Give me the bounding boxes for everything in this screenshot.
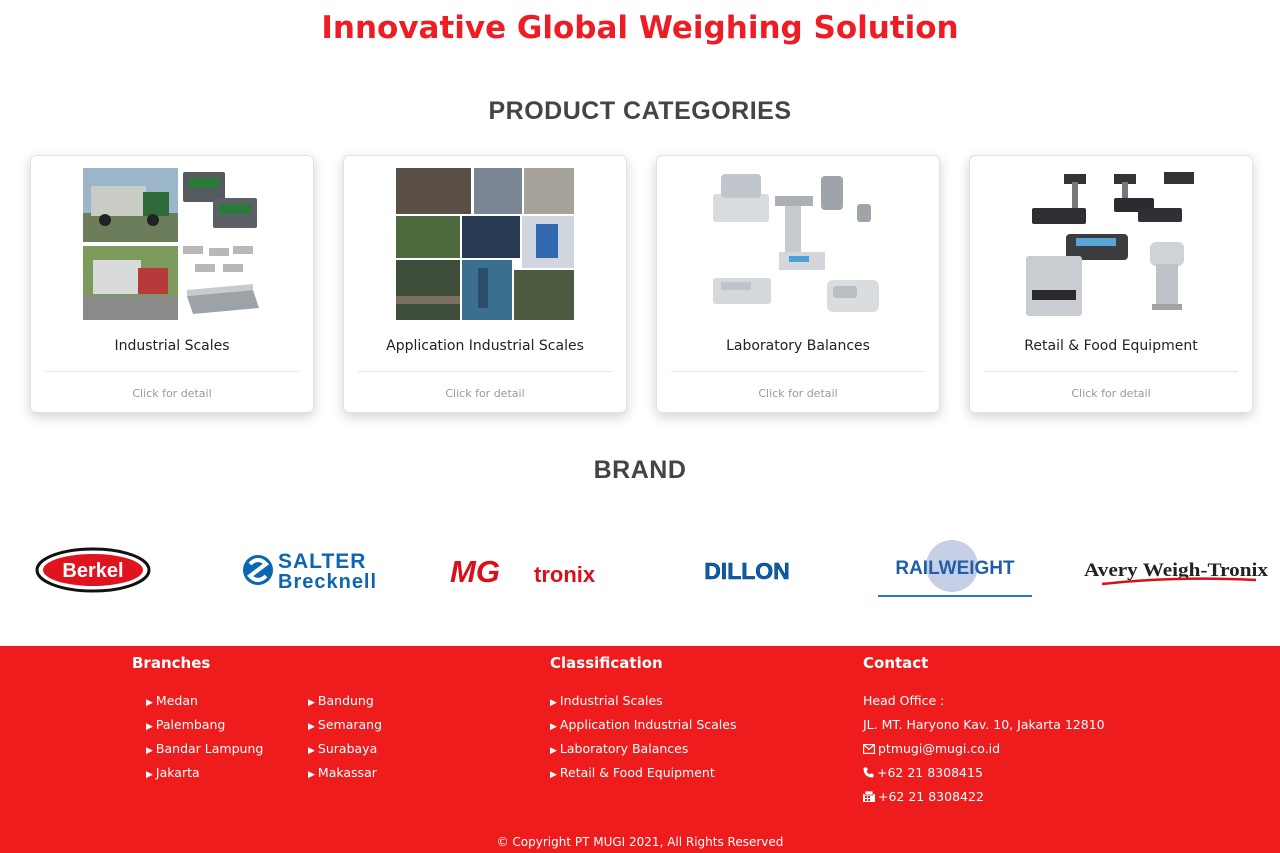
branch-link-jakarta[interactable]: ▶ Jakarta	[146, 765, 200, 780]
railweight-logo-icon: RAILWEIGHT	[878, 540, 1032, 597]
branch-link-bandar-lampung[interactable]: ▶ Bandar Lampung	[146, 741, 263, 756]
caret-right-icon: ▶	[146, 698, 153, 708]
caret-right-icon: ▶	[308, 698, 315, 708]
caret-right-icon: ▶	[308, 770, 315, 780]
card-divider	[45, 371, 299, 372]
berkel-logo-text: Berkel	[62, 560, 123, 582]
classification-link-application-industrial-scales[interactable]: ▶ Application Industrial Scales	[550, 717, 736, 732]
brand-heading: BRAND	[593, 456, 687, 484]
caret-right-icon: ▶	[550, 746, 557, 756]
branches-heading: Branches	[132, 654, 211, 672]
salter-brecknell-logo-icon: SALTER Brecknell	[243, 550, 377, 592]
contact-heading: Contact	[863, 654, 929, 672]
avery-weigh-tronix-logo-icon: Avery Weigh-Tronix	[1084, 560, 1268, 586]
phone-icon	[863, 767, 874, 778]
industrial-scales-image	[83, 168, 259, 320]
card-divider	[358, 371, 612, 372]
click-for-detail-link[interactable]: Click for detail	[970, 387, 1252, 400]
salter-logo-text: SALTER	[278, 550, 366, 573]
envelope-icon	[863, 744, 876, 755]
brand-logo-railweight[interactable]: RAILWEIGHT	[874, 540, 1036, 600]
dillon-logo-text: DILLON	[704, 558, 790, 584]
brand-logo-berkel[interactable]: Berkel	[35, 540, 151, 600]
retail-food-equipment-image	[1026, 172, 1194, 316]
brand-logo-mgtronix[interactable]: MG tronix	[450, 540, 624, 600]
contact-fax: +62 21 8308422	[863, 789, 984, 804]
classification-link-industrial-scales[interactable]: ▶ Industrial Scales	[550, 693, 663, 708]
caret-right-icon: ▶	[146, 746, 153, 756]
click-for-detail-link[interactable]: Click for detail	[657, 387, 939, 400]
card-divider	[671, 371, 925, 372]
laboratory-balances-image	[713, 174, 879, 312]
hero-title: Innovative Global Weighing Solution	[321, 10, 959, 46]
card-divider	[984, 371, 1238, 372]
mgtronix-logo-icon: MG tronix	[450, 554, 596, 589]
caret-right-icon: ▶	[308, 722, 315, 732]
category-card-application-industrial-scales[interactable]: Application Industrial Scales Click for …	[343, 155, 627, 413]
head-office-label: Head Office :	[863, 693, 945, 708]
branch-link-surabaya[interactable]: ▶ Surabaya	[308, 741, 377, 756]
application-industrial-scales-image	[396, 168, 574, 320]
category-card-laboratory-balances[interactable]: Laboratory Balances Click for detail	[656, 155, 940, 413]
brand-logo-dillon[interactable]: DILLON	[682, 540, 812, 600]
click-for-detail-link[interactable]: Click for detail	[344, 387, 626, 400]
classification-link-retail-food-equipment[interactable]: ▶ Retail & Food Equipment	[550, 765, 715, 780]
berkel-logo-icon: Berkel	[35, 547, 151, 593]
brecknell-logo-text: Brecknell	[278, 571, 377, 592]
click-for-detail-link[interactable]: Click for detail	[31, 387, 313, 400]
classification-heading: Classification	[550, 654, 663, 672]
copyright-text: © Copyright PT MUGI 2021, All Rights Res…	[496, 835, 784, 849]
branch-link-semarang[interactable]: ▶ Semarang	[308, 717, 382, 732]
branch-link-makassar[interactable]: ▶ Makassar	[308, 765, 377, 780]
caret-right-icon: ▶	[146, 722, 153, 732]
caret-right-icon: ▶	[550, 698, 557, 708]
fax-icon	[863, 790, 875, 802]
head-office-address: JL. MT. Haryono Kav. 10, Jakarta 12810	[863, 717, 1105, 732]
railweight-logo-text: RAILWEIGHT	[895, 558, 1015, 579]
category-name: Laboratory Balances	[726, 338, 870, 354]
caret-right-icon: ▶	[550, 722, 557, 732]
category-name: Retail & Food Equipment	[1024, 338, 1198, 354]
category-name: Industrial Scales	[114, 338, 230, 354]
branch-link-bandung[interactable]: ▶ Bandung	[308, 693, 374, 708]
contact-email[interactable]: ptmugi@mugi.co.id	[863, 741, 1000, 756]
mg-logo-text: MG	[450, 554, 500, 589]
product-categories-heading: PRODUCT CATEGORIES	[488, 97, 792, 125]
category-card-retail-food-equipment[interactable]: Retail & Food Equipment Click for detail	[969, 155, 1253, 413]
branch-link-palembang[interactable]: ▶ Palembang	[146, 717, 225, 732]
contact-phone: +62 21 8308415	[863, 765, 983, 780]
branch-link-medan[interactable]: ▶ Medan	[146, 693, 198, 708]
brand-logo-avery-weigh-tronix[interactable]: Avery Weigh-Tronix	[1084, 540, 1268, 600]
classification-link-laboratory-balances[interactable]: ▶ Laboratory Balances	[550, 741, 688, 756]
dillon-logo-icon: DILLON	[704, 558, 790, 585]
caret-right-icon: ▶	[308, 746, 315, 756]
caret-right-icon: ▶	[550, 770, 557, 780]
brand-logo-salter-brecknell[interactable]: SALTER Brecknell	[242, 540, 416, 600]
site-footer: Branches ▶ Medan ▶ Palembang ▶ Bandar Lampu…	[0, 646, 1280, 853]
category-name: Application Industrial Scales	[386, 338, 584, 354]
tronix-logo-text: tronix	[534, 562, 596, 587]
caret-right-icon: ▶	[146, 770, 153, 780]
category-card-industrial-scales[interactable]: Industrial Scales Click for detail	[30, 155, 314, 413]
